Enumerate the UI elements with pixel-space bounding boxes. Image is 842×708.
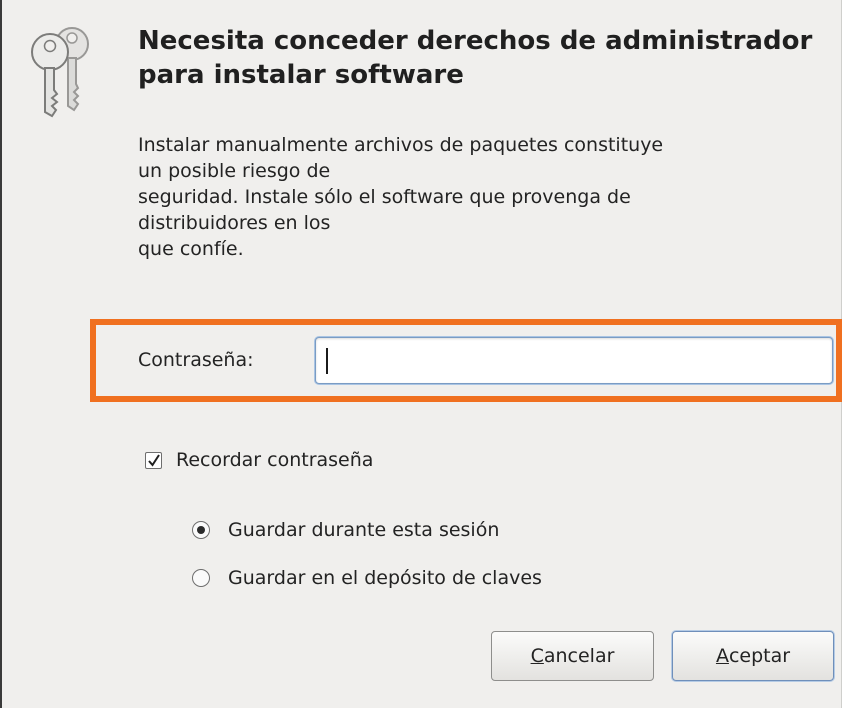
radio-session[interactable] [192,521,210,539]
radio-option-session[interactable]: Guardar durante esta sesión [192,517,499,543]
accept-mnemonic: A [715,645,729,667]
auth-dialog: Necesita conceder derechos de administra… [0,0,842,708]
password-input[interactable] [315,337,833,384]
remember-password-label: Recordar contraseña [176,449,374,471]
dialog-title: Necesita conceder derechos de administra… [138,26,813,90]
radio-session-label: Guardar durante esta sesión [228,519,500,541]
accept-button[interactable]: Aceptar [672,631,834,681]
radio-keyring-label: Guardar en el depósito de claves [228,567,542,589]
remember-password-row[interactable]: Recordar contraseña [145,447,373,473]
cancel-button[interactable]: Cancelar [491,631,654,681]
password-label: Contraseña: [138,349,254,371]
cancel-mnemonic: C [530,645,544,667]
cancel-label-rest: ancelar [543,645,615,667]
remember-password-checkbox[interactable] [145,451,162,469]
radio-keyring[interactable] [192,569,210,587]
dialog-description: Instalar manualmente archivos de paquete… [138,134,664,260]
checkmark-icon [148,453,160,467]
keys-icon [24,22,102,118]
text-caret [326,348,328,374]
accept-label-rest: ceptar [728,645,791,667]
radio-option-keyring[interactable]: Guardar en el depósito de claves [192,565,542,591]
